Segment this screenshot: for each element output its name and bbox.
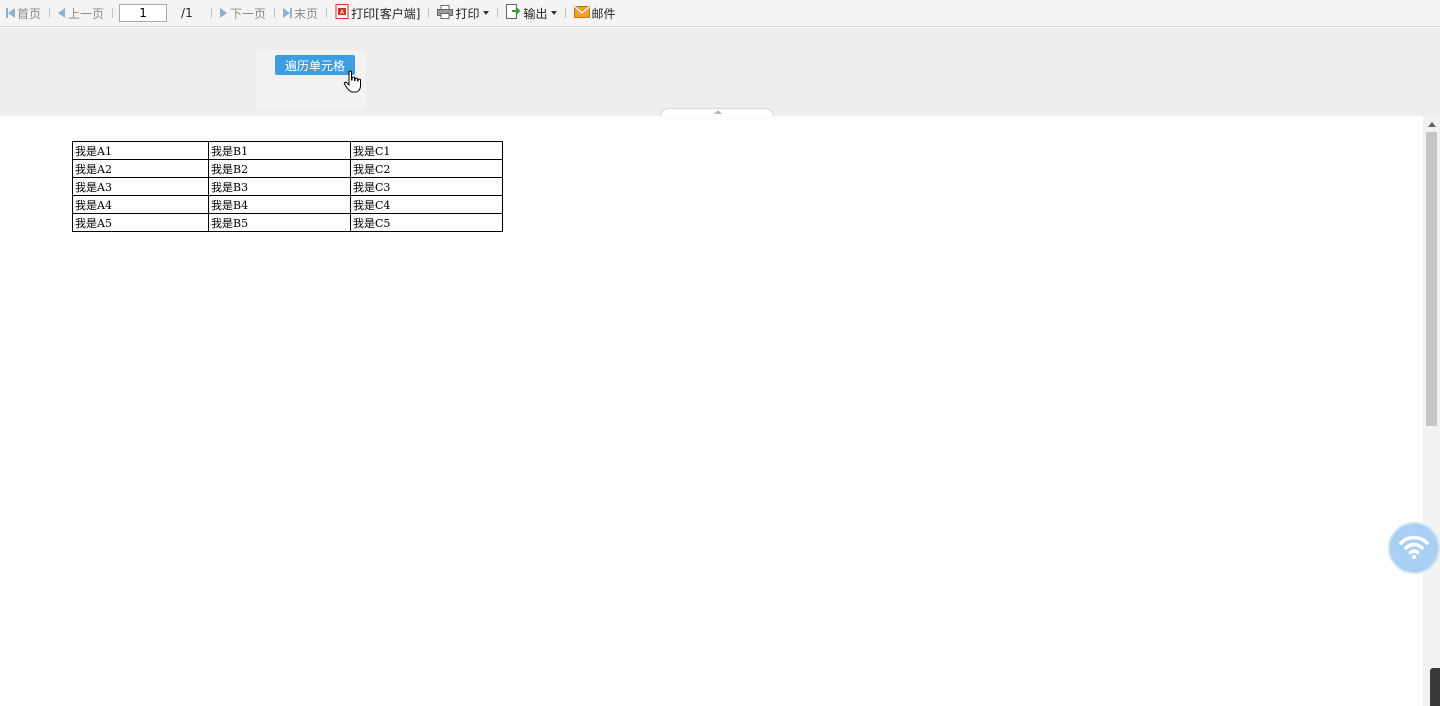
next-page-label: 下一页 xyxy=(230,6,267,21)
mail-label: 邮件 xyxy=(591,6,616,21)
table-cell: 我是A3 xyxy=(72,177,209,196)
table-cell: 我是A1 xyxy=(72,141,209,160)
prev-page-button[interactable]: 上一页 xyxy=(56,0,106,27)
toolbar-divider xyxy=(428,8,430,18)
table-cell: 我是C5 xyxy=(350,213,503,232)
table-cell: 我是A4 xyxy=(72,195,209,214)
last-page-icon xyxy=(283,8,293,18)
toolbar-divider xyxy=(274,8,276,18)
wifi-icon xyxy=(1399,534,1429,564)
printer-icon xyxy=(437,4,454,22)
table-cell: 我是A2 xyxy=(72,159,209,178)
corner-widget-handle[interactable] xyxy=(1430,668,1440,706)
table-row: 我是A3 我是B3 我是C3 xyxy=(72,177,503,196)
last-page-label: 末页 xyxy=(294,6,319,21)
table-cell: 我是B3 xyxy=(208,177,351,196)
table-cell: 我是A5 xyxy=(72,213,209,232)
print-label: 打印 xyxy=(455,6,480,21)
floating-wifi-button[interactable] xyxy=(1388,522,1440,574)
vertical-scrollbar[interactable] xyxy=(1423,116,1440,706)
table-cell: 我是B4 xyxy=(208,195,351,214)
page-number-input[interactable] xyxy=(119,4,168,22)
table-cell: 我是B1 xyxy=(208,141,351,160)
first-page-label: 首页 xyxy=(17,6,42,21)
toolbar-divider xyxy=(497,8,499,18)
hand-cursor-icon xyxy=(343,70,365,94)
export-label: 输出 xyxy=(523,6,548,21)
toolbar-divider xyxy=(211,8,213,18)
table-cell: 我是C2 xyxy=(350,159,503,178)
mail-button[interactable]: 邮件 xyxy=(572,0,617,27)
table-cell: 我是C1 xyxy=(350,141,503,160)
next-page-button[interactable]: 下一页 xyxy=(218,0,268,27)
toolbar-divider xyxy=(326,8,328,18)
print-client-button[interactable]: A 打印[客户端] xyxy=(333,0,422,27)
prev-page-icon xyxy=(58,8,66,18)
chevron-down-icon xyxy=(483,11,490,15)
print-button[interactable]: 打印 xyxy=(435,0,491,27)
table-row: 我是A5 我是B5 我是C5 xyxy=(72,213,503,232)
export-icon xyxy=(506,4,521,22)
first-page-icon xyxy=(6,8,15,18)
first-page-button[interactable]: 首页 xyxy=(4,0,43,27)
export-button[interactable]: 输出 xyxy=(504,0,559,27)
chevron-down-icon xyxy=(551,11,558,15)
table-row: 我是A2 我是B2 我是C2 xyxy=(72,159,503,178)
print-client-label: 打印[客户端] xyxy=(351,6,421,21)
prev-page-label: 上一页 xyxy=(68,6,105,21)
parameter-panel xyxy=(0,28,1440,116)
report-table: 我是A1 我是B1 我是C1 我是A2 我是B2 我是C2 我是A3 我是B3 我是C3 我是A4… xyxy=(72,141,503,232)
table-cell: 我是C4 xyxy=(350,195,503,214)
pdf-icon: A xyxy=(335,4,349,22)
mail-icon xyxy=(574,5,591,21)
toolbar-divider xyxy=(112,8,114,18)
table-cell: 我是C3 xyxy=(350,177,503,196)
last-page-button[interactable]: 末页 xyxy=(281,0,320,27)
next-page-icon xyxy=(220,8,228,18)
toolbar-divider xyxy=(49,8,51,18)
report-toolbar: 首页 上一页 /1 下一页 末页 A 打印[客户端] 打印 输出 xyxy=(0,0,1440,27)
table-row: 我是A4 我是B4 我是C4 xyxy=(72,195,503,214)
report-content: 我是A1 我是B1 我是C1 我是A2 我是B2 我是C2 我是A3 我是B3 我是C3 我是A4… xyxy=(0,116,1423,706)
table-cell: 我是B2 xyxy=(208,159,351,178)
table-row: 我是A1 我是B1 我是C1 xyxy=(72,141,503,160)
table-cell: 我是B5 xyxy=(208,213,351,232)
chevron-up-icon xyxy=(714,110,722,114)
toolbar-divider xyxy=(565,8,567,18)
scroll-up-arrow-icon[interactable] xyxy=(1428,122,1436,127)
page-total-label: /1 xyxy=(181,6,193,20)
scrollbar-thumb[interactable] xyxy=(1426,132,1437,426)
